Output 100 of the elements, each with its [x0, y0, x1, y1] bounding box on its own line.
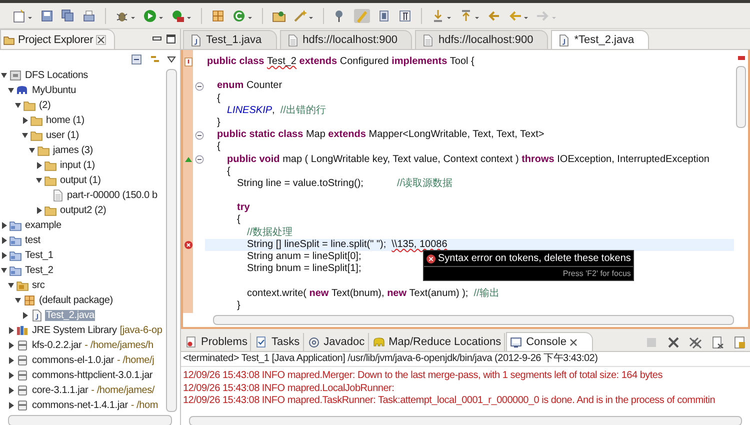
- tree-item[interactable]: (default package): [38, 295, 114, 306]
- editor-tab[interactable]: Test_1.java: [183, 30, 277, 49]
- wand-icon[interactable]: [293, 8, 314, 22]
- tree-item[interactable]: output (1): [59, 175, 102, 186]
- remove-launch-icon[interactable]: [667, 336, 680, 348]
- tree-item[interactable]: core-3.1.1.jar: [31, 385, 90, 396]
- expand-arrow-icon[interactable]: [36, 162, 42, 169]
- collapse-all-icon[interactable]: [131, 52, 143, 64]
- open-folder-icon[interactable]: [272, 8, 286, 22]
- expand-arrow-icon[interactable]: [22, 312, 28, 319]
- tree-item[interactable]: commons-net-1.4.1.jar: [31, 400, 129, 411]
- expand-arrow-icon[interactable]: [36, 207, 42, 214]
- collapse-arrow-icon[interactable]: [1, 267, 7, 274]
- expand-arrow-icon[interactable]: [8, 372, 14, 379]
- save-icon[interactable]: [40, 8, 54, 22]
- tree-item[interactable]: Test_2: [24, 265, 54, 276]
- collapse-arrow-icon[interactable]: [15, 102, 21, 109]
- panel-tab[interactable]: Map/Reduce Locations: [370, 333, 506, 351]
- console-line: 12/09/26 15:43:08 INFO mapred.LocalJobRunner:: [182, 382, 396, 395]
- tree-item[interactable]: input (1): [59, 160, 96, 171]
- clear-console-icon[interactable]: [711, 336, 724, 348]
- new-file-icon[interactable]: [12, 8, 33, 22]
- block-icon[interactable]: [377, 8, 391, 22]
- new-class-icon[interactable]: [232, 8, 253, 22]
- collapse-arrow-icon[interactable]: [22, 132, 28, 139]
- expand-arrow-icon[interactable]: [8, 387, 14, 394]
- expand-arrow-icon[interactable]: [1, 252, 7, 259]
- tree-item[interactable]: kfs-0.2.2.jar: [31, 340, 83, 351]
- tree-item[interactable]: commons-httpclient-3.0.1.jar: [31, 370, 154, 381]
- horizontal-scrollbar[interactable]: [189, 416, 742, 425]
- panel-tab[interactable]: Console: [506, 332, 594, 351]
- expand-arrow-icon[interactable]: [1, 222, 7, 229]
- fold-icon[interactable]: [194, 130, 204, 140]
- print-icon[interactable]: [82, 8, 96, 22]
- remove-all-icon[interactable]: [689, 336, 702, 348]
- console-icon: [510, 336, 524, 348]
- new-package-icon[interactable]: [211, 8, 225, 22]
- folder-icon: [30, 129, 43, 142]
- tree-item[interactable]: test: [24, 235, 42, 246]
- editor-tab[interactable]: *Test_2.java: [551, 30, 650, 49]
- jar-icon: [16, 369, 29, 382]
- tree-item[interactable]: JRE System Library: [31, 325, 118, 336]
- expand-arrow-icon[interactable]: [8, 327, 14, 334]
- maximize-icon[interactable]: [166, 34, 176, 44]
- horizontal-scrollbar[interactable]: [8, 415, 172, 425]
- collapse-arrow-icon[interactable]: [15, 297, 21, 304]
- tree-item[interactable]: src: [31, 280, 46, 291]
- fold-icon[interactable]: [194, 155, 204, 164]
- tree-item[interactable]: example: [24, 220, 62, 231]
- folder-icon: [44, 204, 57, 217]
- scroll-lock-icon[interactable]: [733, 336, 746, 348]
- panel-tab[interactable]: Javadoc: [304, 333, 369, 351]
- collapse-arrow-icon[interactable]: [29, 147, 35, 154]
- tree-item[interactable]: (2): [38, 100, 52, 111]
- code-line: }: [236, 300, 240, 312]
- panel-tab[interactable]: Tasks: [252, 333, 304, 351]
- tree-item[interactable]: Test_1: [24, 250, 54, 261]
- vertical-scrollbar[interactable]: [736, 66, 746, 128]
- paragraph-icon[interactable]: [398, 8, 412, 22]
- tree-item[interactable]: james (3): [52, 145, 94, 156]
- jar-icon: [16, 339, 29, 352]
- tasks-icon: [255, 336, 268, 348]
- expand-arrow-icon[interactable]: [8, 357, 14, 364]
- tree-item[interactable]: home (1): [45, 115, 86, 126]
- package-icon: [23, 294, 36, 307]
- code-line: {: [216, 141, 220, 154]
- vertical-scrollbar[interactable]: [166, 69, 177, 412]
- next-annotation-icon[interactable]: [431, 8, 452, 22]
- folder-icon: [23, 99, 36, 112]
- console-line: 12/09/26 15:43:08 INFO mapred.Merger: Down to the last merge-pass, with 1 segments left of total size: 164 bytes: [182, 370, 664, 382]
- editor-tab[interactable]: hdfs://localhost:900: [415, 30, 548, 49]
- folder-icon: [44, 174, 57, 187]
- expand-arrow-icon[interactable]: [8, 402, 14, 409]
- tree-item[interactable]: user (1): [45, 130, 80, 141]
- editor-tab[interactable]: hdfs://localhost:900: [280, 30, 412, 49]
- collapse-arrow-icon[interactable]: [36, 177, 42, 184]
- tree-item[interactable]: MyUbuntu: [31, 85, 77, 96]
- tree-item[interactable]: DFS Locations: [24, 70, 89, 81]
- save-all-icon[interactable]: [61, 8, 75, 22]
- file-path: [java-6-op: [120, 325, 162, 336]
- close-icon[interactable]: [96, 34, 106, 44]
- close-icon[interactable]: [569, 338, 578, 346]
- tree-item[interactable]: part-r-00000 (150.0 b: [66, 190, 158, 201]
- expand-arrow-icon[interactable]: [1, 237, 7, 244]
- tree-item[interactable]: output2 (2): [59, 205, 108, 216]
- project-icon: [9, 264, 22, 277]
- collapse-arrow-icon[interactable]: [8, 87, 14, 94]
- previous-annotation-icon[interactable]: [459, 8, 480, 22]
- panel-tab[interactable]: Problems: [182, 333, 252, 351]
- tree-item[interactable]: commons-el-1.0.jar: [31, 355, 115, 366]
- collapse-arrow-icon[interactable]: [8, 282, 14, 289]
- horizontal-scrollbar[interactable]: [213, 315, 734, 325]
- run-tool-icon[interactable]: [171, 8, 192, 22]
- fold-icon[interactable]: [194, 82, 204, 91]
- expand-arrow-icon[interactable]: [8, 342, 14, 349]
- run-icon[interactable]: [143, 8, 164, 22]
- collapse-arrow-icon[interactable]: [1, 72, 7, 79]
- error-overview-mark[interactable]: [738, 56, 744, 60]
- expand-arrow-icon[interactable]: [22, 117, 28, 124]
- view-tab[interactable]: Project Explorer: [0, 29, 116, 49]
